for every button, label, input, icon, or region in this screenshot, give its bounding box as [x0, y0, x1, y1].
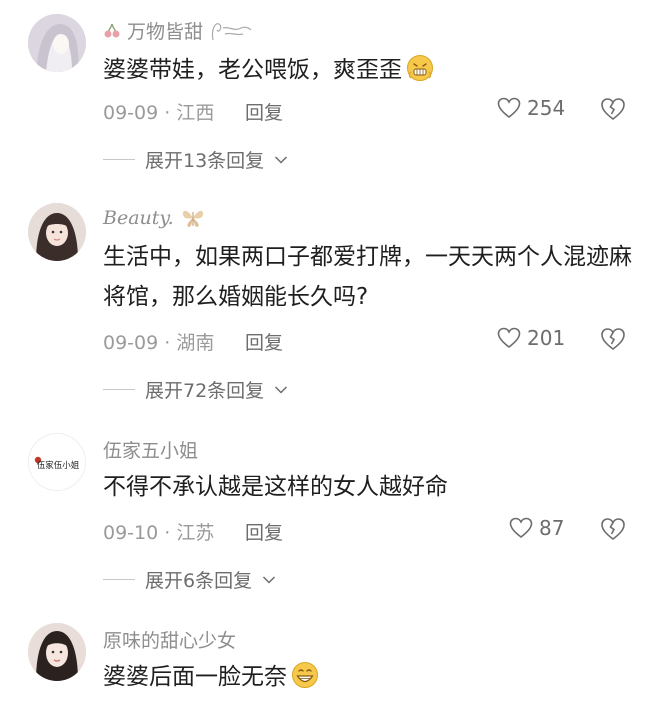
- broken-heart-icon[interactable]: [600, 97, 626, 121]
- heart-icon: [497, 97, 521, 119]
- heart-icon: [497, 327, 521, 349]
- swirl-decoration-icon: [211, 22, 252, 40]
- comment-text: 婆婆带娃，老公喂饭，爽歪歪: [103, 50, 643, 90]
- svg-text:伍家伍小姐: 伍家伍小姐: [37, 460, 80, 471]
- chevron-down-icon: [263, 575, 276, 584]
- username[interactable]: 原味的甜心少女: [103, 626, 236, 653]
- avatar[interactable]: [28, 203, 86, 261]
- avatar-logo: 伍家伍小姐: [29, 434, 85, 490]
- reply-button[interactable]: 回复: [245, 98, 283, 125]
- avatar-image: [28, 14, 86, 72]
- avatar[interactable]: [28, 14, 86, 72]
- chevron-down-icon: [275, 155, 288, 164]
- cherry-icon: [104, 23, 120, 37]
- emoji-grimace-icon: [407, 55, 433, 81]
- broken-heart-icon[interactable]: [600, 327, 626, 351]
- like-button[interactable]: 87: [509, 516, 564, 540]
- divider-dash: [103, 389, 135, 390]
- chevron-down-icon: [275, 385, 288, 394]
- username-text: 万物皆甜: [127, 21, 204, 43]
- emoji-grin-icon: [292, 662, 318, 688]
- username[interactable]: 伍家五小姐: [103, 436, 198, 463]
- expand-replies-button[interactable]: 展开6条回复: [103, 566, 276, 593]
- like-count: 87: [539, 516, 565, 540]
- avatar[interactable]: 伍家伍小姐: [28, 433, 86, 491]
- username-text: 原味的甜心少女: [103, 630, 237, 652]
- like-button[interactable]: 201: [497, 326, 565, 350]
- comment-text: 婆婆后面一脸无奈: [103, 657, 643, 697]
- avatar-image: [28, 203, 86, 261]
- username[interactable]: 万物皆甜: [103, 17, 253, 44]
- expand-replies-button[interactable]: 展开13条回复: [103, 146, 288, 173]
- divider-dash: [103, 159, 135, 160]
- avatar[interactable]: [28, 623, 86, 681]
- like-button[interactable]: 254: [497, 96, 565, 120]
- comment-text: 不得不承认越是这样的女人越好命: [103, 474, 448, 500]
- username-text: 伍家五小姐: [103, 440, 199, 462]
- username-text: Beauty.: [103, 207, 174, 229]
- broken-heart-icon[interactable]: [600, 517, 626, 541]
- comment-meta: 09-10 · 江苏: [103, 522, 215, 544]
- heart-icon: [509, 517, 533, 539]
- expand-replies-button[interactable]: 展开72条回复: [103, 376, 288, 403]
- comment-meta: 09-09 · 江西: [103, 102, 215, 124]
- comment-meta: 09-09 · 湖南: [103, 332, 215, 354]
- like-count: 254: [527, 96, 566, 120]
- username[interactable]: Beauty.: [103, 207, 206, 229]
- avatar-image: [28, 623, 86, 681]
- butterfly-icon: [182, 210, 203, 227]
- divider-dash: [103, 579, 135, 580]
- like-count: 201: [527, 326, 566, 350]
- reply-button[interactable]: 回复: [245, 518, 283, 545]
- comment-text: 生活中，如果两口子都爱打牌，一天天两个人混迹麻将馆，那么婚姻能长久吗?: [103, 244, 632, 310]
- reply-button[interactable]: 回复: [245, 328, 283, 355]
